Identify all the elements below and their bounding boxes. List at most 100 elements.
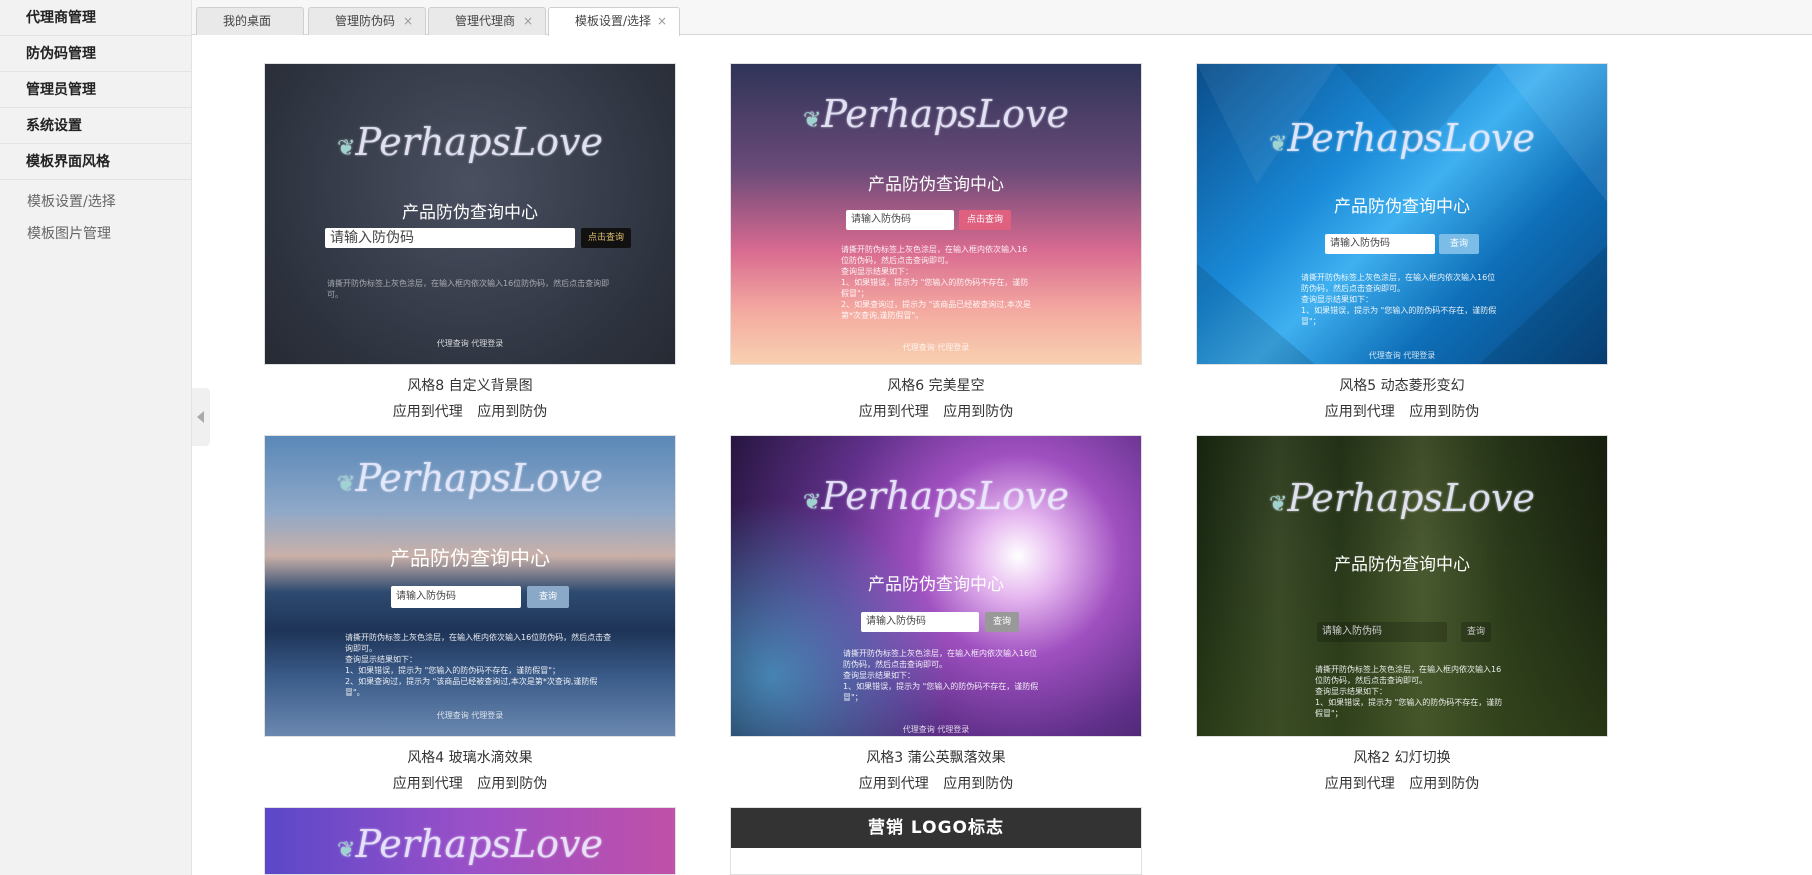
preview-desc: 请撕开防伪标签上灰色涂层，在输入框内依次输入16位防伪码，然后点击查询即可。 查… <box>843 649 1039 702</box>
preview-title: 产品防伪查询中心 <box>1334 555 1470 575</box>
submenu-template-images[interactable]: 模板图片管理 <box>0 218 191 250</box>
template-preview[interactable]: 营销 LOGO标志 <box>730 807 1142 875</box>
preview-desc: 请撕开防伪标签上灰色涂层，在输入框内依次输入16位防伪码，然后点击查询即可。 查… <box>345 633 612 697</box>
preview-logo: ❦PerhapsLove <box>337 456 603 500</box>
apply-anticode-link[interactable]: 应用到防伪 <box>477 404 547 420</box>
preview-footer: 代理查询 代理登录 <box>902 725 970 734</box>
template-actions: 应用到代理 应用到防伪 <box>264 773 676 793</box>
preview-title: 产品防伪查询中心 <box>868 175 1004 195</box>
template-card-style2: ❦PerhapsLove 产品防伪查询中心 请输入防伪码 查询 请撕开防伪标签上… <box>1196 435 1608 793</box>
template-card-style4: ❦PerhapsLove 产品防伪查询中心 请输入防伪码 查询 请撕开防伪标签上… <box>264 435 676 793</box>
template-preview[interactable]: ❦PerhapsLove 产品防伪查询中心 请输入防伪码 点击查询 请撕开防伪标… <box>264 63 676 365</box>
sidebar: 代理商管理 防伪码管理 管理员管理 系统设置 模板界面风格 模板设置/选择 模板… <box>0 0 192 875</box>
template-submenu: 模板设置/选择 模板图片管理 <box>0 180 191 250</box>
template-actions: 应用到代理 应用到防伪 <box>1196 401 1608 421</box>
template-card-style7: ❦PerhapsLove <box>264 807 676 875</box>
apply-anticode-link[interactable]: 应用到防伪 <box>943 404 1013 420</box>
menu-group-admin[interactable]: 管理员管理 <box>0 72 191 108</box>
tab-label: 我的桌面 <box>223 14 272 28</box>
preview-button: 查询 <box>985 612 1019 632</box>
tab-bar: 我的桌面 管理防伪码 × 管理代理商 × 模板设置/选择 × <box>192 0 1812 36</box>
preview-input: 请输入防伪码 <box>325 228 575 248</box>
preview-desc: 请撕开防伪标签上灰色涂层，在输入框内依次输入16位防伪码，然后点击查询即可。 查… <box>1315 665 1503 718</box>
template-preview[interactable]: ❦PerhapsLove 产品防伪查询中心 请输入防伪码 查询 请撕开防伪标签上… <box>730 435 1142 737</box>
preview-button: 查询 <box>1461 622 1491 642</box>
preview-footer: 代理查询 代理登录 <box>1368 351 1436 360</box>
template-card-style8: ❦PerhapsLove 产品防伪查询中心 请输入防伪码 点击查询 请撕开防伪标… <box>264 63 676 421</box>
template-caption: 风格2 幻灯切换 <box>1353 750 1451 766</box>
tab-label: 模板设置/选择 <box>575 14 652 28</box>
apply-agent-link[interactable]: 应用到代理 <box>393 776 463 792</box>
flower-icon: ❦ <box>337 136 356 161</box>
preview-title: 产品防伪查询中心 <box>402 203 538 223</box>
menu-group-template-style[interactable]: 模板界面风格 <box>0 144 191 180</box>
preview-input: 请输入防伪码 <box>846 210 954 230</box>
preview-logo: ❦PerhapsLove <box>337 822 603 866</box>
preview-desc: 请撕开防伪标签上灰色涂层，在输入框内依次输入16位防伪码，然后点击查询即可。 查… <box>1301 273 1497 326</box>
flower-icon: ❦ <box>337 472 356 497</box>
preview-footer: 代理查询 代理登录 <box>436 339 504 348</box>
apply-anticode-link[interactable]: 应用到防伪 <box>943 776 1013 792</box>
submenu-template-settings[interactable]: 模板设置/选择 <box>0 186 191 218</box>
template-preview[interactable]: ❦PerhapsLove 产品防伪查询中心 请输入防伪码 查询 请撕开防伪标签上… <box>1196 63 1608 365</box>
tab-manage-anticode[interactable]: 管理防伪码 × <box>308 7 426 35</box>
template-caption: 风格6 完美星空 <box>887 378 985 394</box>
apply-agent-link[interactable]: 应用到代理 <box>1325 404 1395 420</box>
apply-agent-link[interactable]: 应用到代理 <box>393 404 463 420</box>
close-icon[interactable]: × <box>523 8 533 34</box>
template-caption: 风格3 蒲公英飘落效果 <box>866 750 1006 766</box>
preview-footer: 代理查询 代理登录 <box>902 343 970 352</box>
preview-input: 请输入防伪码 <box>391 586 521 608</box>
template-card-style6: ❦PerhapsLove 产品防伪查询中心 请输入防伪码 点击查询 请撕开防伪标… <box>730 63 1142 421</box>
template-preview[interactable]: ❦PerhapsLove 产品防伪查询中心 请输入防伪码 查询 请撕开防伪标签上… <box>1196 435 1608 737</box>
apply-agent-link[interactable]: 应用到代理 <box>1325 776 1395 792</box>
flower-icon: ❦ <box>803 490 822 515</box>
tab-desktop[interactable]: 我的桌面 <box>196 7 304 35</box>
tab-template-settings[interactable]: 模板设置/选择 × <box>548 7 680 36</box>
preview-logo: ❦PerhapsLove <box>803 92 1069 136</box>
menu-group-agent[interactable]: 代理商管理 <box>0 0 191 36</box>
template-grid: ❦PerhapsLove 产品防伪查询中心 请输入防伪码 点击查询 请撕开防伪标… <box>192 36 1812 875</box>
flower-icon: ❦ <box>1269 132 1288 157</box>
template-card-logo: 营销 LOGO标志 <box>730 807 1142 875</box>
preview-logo: ❦PerhapsLove <box>1269 476 1535 520</box>
tab-label: 管理防伪码 <box>335 14 396 28</box>
preview-input: 请输入防伪码 <box>1317 622 1447 642</box>
template-actions: 应用到代理 应用到防伪 <box>730 773 1142 793</box>
menu-group-anticode[interactable]: 防伪码管理 <box>0 36 191 72</box>
preview-desc: 请撕开防伪标签上灰色涂层，在输入框内依次输入16位防伪码，然后点击查询即可。 查… <box>841 245 1031 320</box>
flower-icon: ❦ <box>1269 492 1288 517</box>
close-icon[interactable]: × <box>657 8 667 34</box>
preview-input: 请输入防伪码 <box>861 612 979 632</box>
apply-agent-link[interactable]: 应用到代理 <box>859 776 929 792</box>
preview-button: 点击查询 <box>581 228 631 248</box>
template-preview[interactable]: ❦PerhapsLove 产品防伪查询中心 请输入防伪码 点击查询 请撕开防伪标… <box>730 63 1142 365</box>
preview-footer: 代理查询 代理登录 <box>436 711 504 720</box>
flower-icon: ❦ <box>337 838 356 863</box>
preview-logo: ❦PerhapsLove <box>1269 116 1535 160</box>
template-card-style5: ❦PerhapsLove 产品防伪查询中心 请输入防伪码 查询 请撕开防伪标签上… <box>1196 63 1608 421</box>
preview-button: 点击查询 <box>959 210 1011 230</box>
template-preview[interactable]: ❦PerhapsLove <box>264 807 676 875</box>
apply-anticode-link[interactable]: 应用到防伪 <box>477 776 547 792</box>
template-card-style3: ❦PerhapsLove 产品防伪查询中心 请输入防伪码 查询 请撕开防伪标签上… <box>730 435 1142 793</box>
preview-title: 产品防伪查询中心 <box>868 575 1004 595</box>
preview-desc: 请撕开防伪标签上灰色涂层，在输入框内依次输入16位防伪码，然后点击查询即可。 <box>327 279 610 299</box>
template-actions: 应用到代理 应用到防伪 <box>1196 773 1608 793</box>
template-caption: 风格5 动态菱形变幻 <box>1339 378 1465 394</box>
apply-anticode-link[interactable]: 应用到防伪 <box>1409 404 1479 420</box>
preview-title: 产品防伪查询中心 <box>390 546 550 570</box>
template-caption: 风格8 自定义背景图 <box>407 378 533 394</box>
logo-banner: 营销 LOGO标志 <box>731 808 1141 848</box>
close-icon[interactable]: × <box>403 8 413 34</box>
template-preview[interactable]: ❦PerhapsLove 产品防伪查询中心 请输入防伪码 查询 请撕开防伪标签上… <box>264 435 676 737</box>
tab-label: 管理代理商 <box>455 14 516 28</box>
preview-title: 产品防伪查询中心 <box>1334 197 1470 217</box>
flower-icon: ❦ <box>803 108 822 133</box>
tab-manage-agent[interactable]: 管理代理商 × <box>428 7 546 35</box>
template-actions: 应用到代理 应用到防伪 <box>730 401 1142 421</box>
preview-logo: ❦PerhapsLove <box>803 474 1069 518</box>
apply-agent-link[interactable]: 应用到代理 <box>859 404 929 420</box>
menu-group-system[interactable]: 系统设置 <box>0 108 191 144</box>
apply-anticode-link[interactable]: 应用到防伪 <box>1409 776 1479 792</box>
